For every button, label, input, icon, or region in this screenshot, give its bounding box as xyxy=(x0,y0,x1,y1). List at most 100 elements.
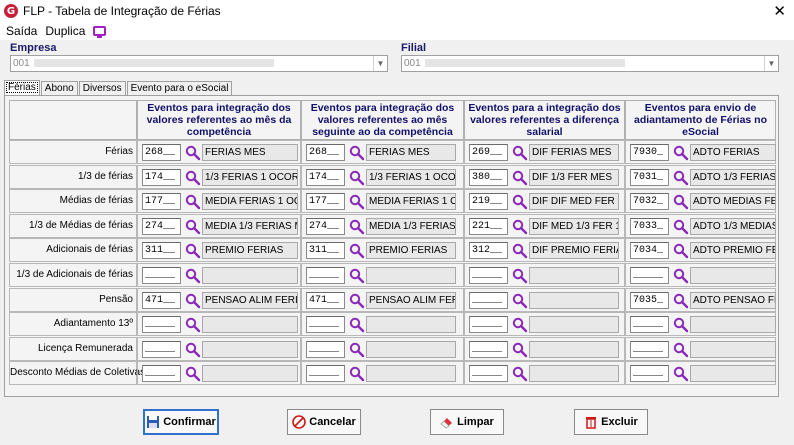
event-code-input[interactable]: 7032_ xyxy=(630,193,669,211)
magnifier-icon[interactable] xyxy=(349,145,365,161)
event-code-input[interactable]: _____ xyxy=(630,365,669,383)
event-code-input[interactable]: 221__ xyxy=(469,217,508,235)
event-code-input[interactable]: 174__ xyxy=(142,168,181,186)
tab-ferias[interactable]: Férias xyxy=(4,80,40,95)
event-code-input[interactable]: _____ xyxy=(469,267,508,284)
event-code-input[interactable]: _____ xyxy=(142,267,181,284)
magnifier-icon[interactable] xyxy=(349,268,365,284)
no-entry-icon xyxy=(292,415,307,429)
magnifier-icon[interactable] xyxy=(185,317,201,333)
magnifier-icon[interactable] xyxy=(349,293,365,309)
magnifier-icon[interactable] xyxy=(673,145,689,161)
event-code-input[interactable]: _____ xyxy=(142,365,181,383)
confirmar-button[interactable]: Confirmar xyxy=(143,409,219,435)
tab-abono[interactable]: Abono xyxy=(40,81,78,95)
event-code-input[interactable]: 219__ xyxy=(469,193,508,211)
magnifier-icon[interactable] xyxy=(185,293,201,309)
event-description xyxy=(690,267,776,284)
magnifier-icon[interactable] xyxy=(185,145,201,161)
magnifier-icon[interactable] xyxy=(673,170,689,186)
magnifier-icon[interactable] xyxy=(185,194,201,210)
magnifier-icon[interactable] xyxy=(512,317,528,333)
event-description: PENSAO ALIM FERIA xyxy=(366,291,456,309)
magnifier-icon[interactable] xyxy=(349,317,365,333)
magnifier-icon[interactable] xyxy=(512,243,528,259)
event-code-input[interactable]: _____ xyxy=(630,340,669,358)
event-code-input[interactable]: 177__ xyxy=(306,193,345,211)
event-code-input[interactable]: _____ xyxy=(142,340,181,358)
close-icon[interactable]: ✕ xyxy=(773,2,786,20)
event-code-input[interactable]: 471__ xyxy=(306,291,345,309)
filial-select[interactable]: 001 ▼ xyxy=(401,55,779,72)
magnifier-icon[interactable] xyxy=(349,243,365,259)
magnifier-icon[interactable] xyxy=(185,243,201,259)
event-code-input[interactable]: 7930_ xyxy=(630,144,669,161)
magnifier-icon[interactable] xyxy=(185,170,201,186)
magnifier-icon[interactable] xyxy=(512,342,528,358)
magnifier-icon[interactable] xyxy=(512,145,528,161)
magnifier-icon[interactable] xyxy=(512,366,528,382)
magnifier-icon[interactable] xyxy=(185,366,201,382)
event-code-input[interactable]: _____ xyxy=(306,365,345,383)
event-code-input[interactable]: _____ xyxy=(469,291,508,309)
event-code-input[interactable]: _____ xyxy=(630,316,669,334)
event-code-input[interactable]: 7031_ xyxy=(630,168,669,186)
magnifier-icon[interactable] xyxy=(185,268,201,284)
event-code-input[interactable]: 312__ xyxy=(469,242,508,260)
event-cell: 471__ PENSAO ALIM FERIA xyxy=(301,287,464,312)
chevron-down-icon[interactable]: ▼ xyxy=(373,56,387,71)
excluir-button[interactable]: Excluir xyxy=(574,409,648,435)
menu-duplica[interactable]: Duplica xyxy=(45,24,85,38)
magnifier-icon[interactable] xyxy=(512,194,528,210)
event-code-input[interactable]: _____ xyxy=(306,340,345,358)
magnifier-icon[interactable] xyxy=(512,268,528,284)
magnifier-icon[interactable] xyxy=(673,366,689,382)
magnifier-icon[interactable] xyxy=(673,317,689,333)
event-code-input[interactable]: 274__ xyxy=(306,217,345,235)
event-code-input[interactable]: 380__ xyxy=(469,168,508,186)
event-code-input[interactable]: 311__ xyxy=(306,242,345,260)
event-code-input[interactable]: _____ xyxy=(142,316,181,334)
event-code-input[interactable]: _____ xyxy=(306,316,345,334)
magnifier-icon[interactable] xyxy=(673,194,689,210)
monitor-icon[interactable] xyxy=(93,26,107,38)
tab-diversos[interactable]: Diversos xyxy=(78,81,126,95)
event-code-input[interactable]: _____ xyxy=(469,365,508,383)
event-code-input[interactable]: 274__ xyxy=(142,217,181,235)
event-code-input[interactable]: 7034_ xyxy=(630,242,669,260)
event-code-input[interactable]: 268__ xyxy=(142,144,181,161)
magnifier-icon[interactable] xyxy=(512,219,528,235)
cancelar-button[interactable]: Cancelar xyxy=(287,409,361,435)
event-code-input[interactable]: 268__ xyxy=(306,144,345,161)
magnifier-icon[interactable] xyxy=(349,194,365,210)
event-code-input[interactable]: 7035_ xyxy=(630,291,669,309)
menu-saida[interactable]: Saída xyxy=(6,24,37,38)
magnifier-icon[interactable] xyxy=(349,170,365,186)
magnifier-icon[interactable] xyxy=(349,219,365,235)
event-code-input[interactable]: 471__ xyxy=(142,291,181,309)
magnifier-icon[interactable] xyxy=(185,219,201,235)
event-code-input[interactable]: 177__ xyxy=(142,193,181,211)
event-code-input[interactable]: _____ xyxy=(469,340,508,358)
event-code-input[interactable]: _____ xyxy=(306,267,345,284)
empresa-select[interactable]: 001 ▼ xyxy=(10,55,388,72)
magnifier-icon[interactable] xyxy=(349,366,365,382)
magnifier-icon[interactable] xyxy=(673,293,689,309)
event-code-input[interactable]: 269__ xyxy=(469,144,508,161)
event-code-input[interactable]: _____ xyxy=(469,316,508,334)
magnifier-icon[interactable] xyxy=(673,342,689,358)
magnifier-icon[interactable] xyxy=(512,170,528,186)
limpar-button[interactable]: Limpar xyxy=(430,409,504,435)
event-code-input[interactable]: _____ xyxy=(630,267,669,284)
event-code-input[interactable]: 174__ xyxy=(306,168,345,186)
magnifier-icon[interactable] xyxy=(512,293,528,309)
chevron-down-icon[interactable]: ▼ xyxy=(764,56,778,71)
magnifier-icon[interactable] xyxy=(673,268,689,284)
magnifier-icon[interactable] xyxy=(673,243,689,259)
magnifier-icon[interactable] xyxy=(673,219,689,235)
event-code-input[interactable]: 311__ xyxy=(142,242,181,260)
magnifier-icon[interactable] xyxy=(349,342,365,358)
magnifier-icon[interactable] xyxy=(185,342,201,358)
event-code-input[interactable]: 7033_ xyxy=(630,217,669,235)
tab-evento-esocial[interactable]: Evento para o eSocial xyxy=(126,81,233,95)
